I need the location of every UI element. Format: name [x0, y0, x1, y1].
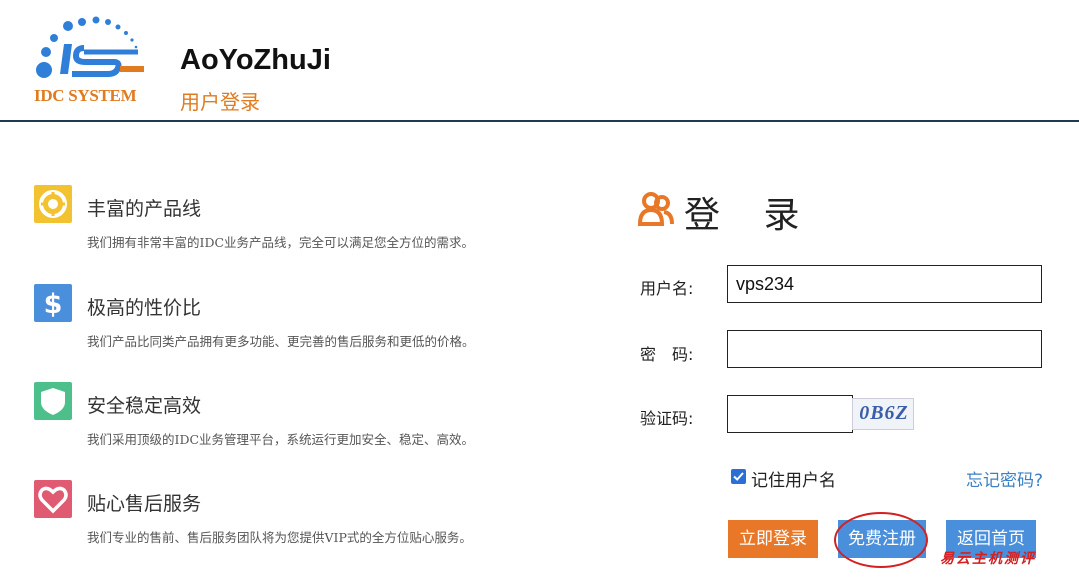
- username-label: 用户名:: [640, 279, 694, 298]
- site-logo[interactable]: IDC SYSTEM: [28, 14, 156, 106]
- captcha-input[interactable]: [727, 395, 853, 433]
- users-icon: [637, 192, 674, 230]
- remember-label: 记住用户名: [751, 471, 836, 491]
- shield-icon: [34, 382, 72, 420]
- remember-checkbox[interactable]: [731, 469, 746, 484]
- feature-item: 贴心售后服务 我们专业的售前、售后服务团队将为您提供VIP式的全方位贴心服务。: [34, 480, 574, 550]
- login-title: 登 录: [684, 195, 816, 236]
- page-subtitle: 用户登录: [180, 90, 260, 114]
- feature-desc: 我们产品比同类产品拥有更多功能、更完善的售后服务和更低的价格。: [87, 334, 475, 349]
- password-label: 密 码:: [640, 345, 694, 364]
- username-input[interactable]: [727, 265, 1042, 303]
- feature-desc: 我们专业的售前、售后服务团队将为您提供VIP式的全方位贴心服务。: [87, 530, 472, 545]
- forgot-password-link[interactable]: 忘记密码?: [966, 466, 1043, 491]
- feature-item: $ 极高的性价比 我们产品比同类产品拥有更多功能、更完善的售后服务和更低的价格。: [34, 284, 574, 354]
- svg-text:$: $: [44, 289, 63, 320]
- captcha-image[interactable]: 0B6Z: [852, 398, 914, 430]
- captcha-label: 验证码:: [640, 409, 694, 428]
- page-header: IDC SYSTEM AoYoZhuJi 用户登录: [0, 0, 1079, 122]
- logo-text: IDC SYSTEM: [34, 86, 137, 105]
- lifebuoy-icon: [34, 185, 72, 223]
- captcha-text: 0B6Z: [859, 402, 909, 424]
- feature-item: 安全稳定高效 我们采用顶级的IDC业务管理平台，系统运行更加安全、稳定、高效。: [34, 382, 574, 452]
- feature-title: 极高的性价比: [87, 297, 202, 319]
- feature-title: 丰富的产品线: [87, 198, 202, 220]
- feature-desc: 我们采用顶级的IDC业务管理平台，系统运行更加安全、稳定、高效。: [87, 432, 475, 447]
- check-icon: [733, 472, 744, 481]
- dollar-icon: $: [34, 284, 72, 322]
- watermark: 易云主机测评: [940, 551, 1036, 567]
- feature-title: 安全稳定高效: [87, 395, 202, 417]
- logo-graphic: [36, 16, 144, 78]
- site-name: AoYoZhuJi: [180, 44, 331, 76]
- password-input[interactable]: [727, 330, 1042, 368]
- login-button[interactable]: 立即登录: [728, 520, 818, 558]
- feature-title: 贴心售后服务: [87, 493, 202, 515]
- highlight-circle: [834, 512, 928, 568]
- feature-item: 丰富的产品线 我们拥有非常丰富的IDC业务产品线，完全可以满足您全方位的需求。: [34, 185, 574, 255]
- heart-icon: [34, 480, 72, 518]
- feature-desc: 我们拥有非常丰富的IDC业务产品线，完全可以满足您全方位的需求。: [87, 235, 475, 250]
